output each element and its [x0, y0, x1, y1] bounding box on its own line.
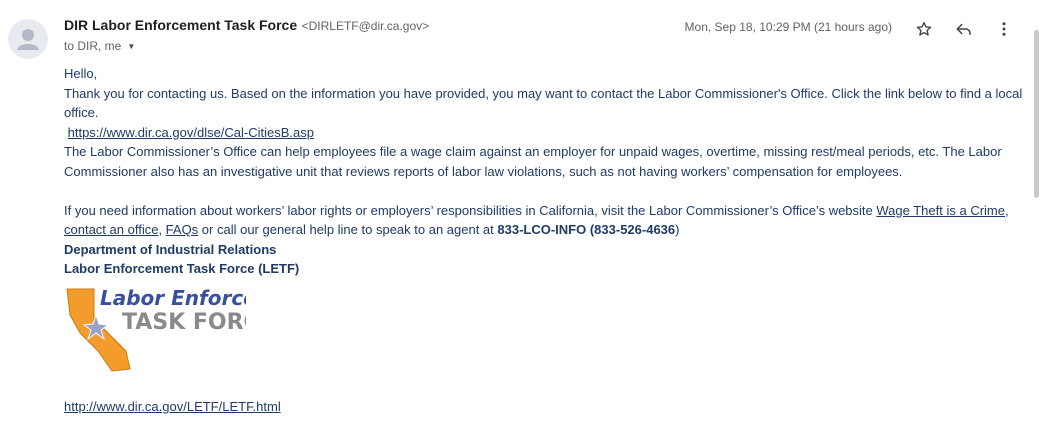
letf-link-line: http://www.dir.ca.gov/LETF/LETF.html [64, 399, 281, 414]
reply-icon [956, 23, 971, 35]
person-icon [17, 29, 39, 50]
greeting: Hello, [64, 66, 98, 81]
letf-website-link[interactable]: http://www.dir.ca.gov/LETF/LETF.html [64, 399, 281, 414]
caret-down-icon[interactable]: ▼ [127, 42, 135, 51]
sender-line: DIR Labor Enforcement Task Force <DIRLET… [64, 17, 429, 35]
resources-mid: or call our general help line to speak t… [198, 222, 498, 237]
more-options-button[interactable] [989, 14, 1019, 44]
sender-email: <DIRLETF@dir.ca.gov> [301, 19, 430, 33]
paragraph-intro: Thank you for contacting us. Based on th… [64, 85, 1023, 121]
signature-department: Department of Industrial Relations [64, 241, 277, 257]
resources-intro: If you need information about workers’ l… [64, 202, 877, 218]
sender-name[interactable]: DIR Labor Enforcement Task Force [64, 17, 297, 33]
recipients-toggle[interactable]: to DIR, me ▼ [64, 39, 135, 53]
signature-letf: Labor Enforcement Task Force (LETF) [64, 261, 300, 276]
more-vert-icon [1002, 22, 1006, 36]
phone-number: 833-LCO-INFO (833-526-4636 [497, 222, 676, 237]
faqs-link[interactable]: FAQs [166, 222, 199, 237]
resources-end: ) [675, 222, 680, 237]
separator: , [1005, 202, 1009, 218]
wage-theft-link[interactable]: Wage Theft is a Crime [876, 203, 1005, 218]
letf-logo: Labor Enforcement TASK FORCE [64, 285, 316, 375]
paragraph-commissioner: The Labor Commissioner’s Office can help… [64, 144, 1002, 179]
reply-button[interactable] [949, 14, 979, 44]
email-date: Mon, Sep 18, 10:29 PM (21 hours ago) [684, 20, 892, 34]
logo-line2: TASK FORCE [122, 310, 246, 335]
star-button[interactable] [909, 14, 939, 44]
letf-logo-graphic: Labor Enforcement TASK FORCE [66, 286, 316, 372]
avatar [8, 19, 48, 59]
local-office-link[interactable]: https://www.dir.ca.gov/dlse/Cal-CitiesB.… [68, 125, 314, 140]
star-outline-icon [916, 21, 932, 36]
logo-line1: Labor Enforcement [100, 286, 246, 310]
scrollbar-thumb[interactable] [1034, 30, 1039, 198]
scrollbar[interactable] [1034, 0, 1040, 430]
recipients-text: to DIR, me [64, 39, 122, 53]
contact-office-link[interactable]: contact an office [64, 222, 158, 237]
email-body: Hello, Thank you for contacting us. Base… [64, 64, 1024, 375]
paragraph-resources: If you need information about workers’ l… [64, 201, 1024, 240]
separator: , [158, 222, 166, 237]
link-line: https://www.dir.ca.gov/dlse/Cal-CitiesB.… [64, 123, 1024, 143]
